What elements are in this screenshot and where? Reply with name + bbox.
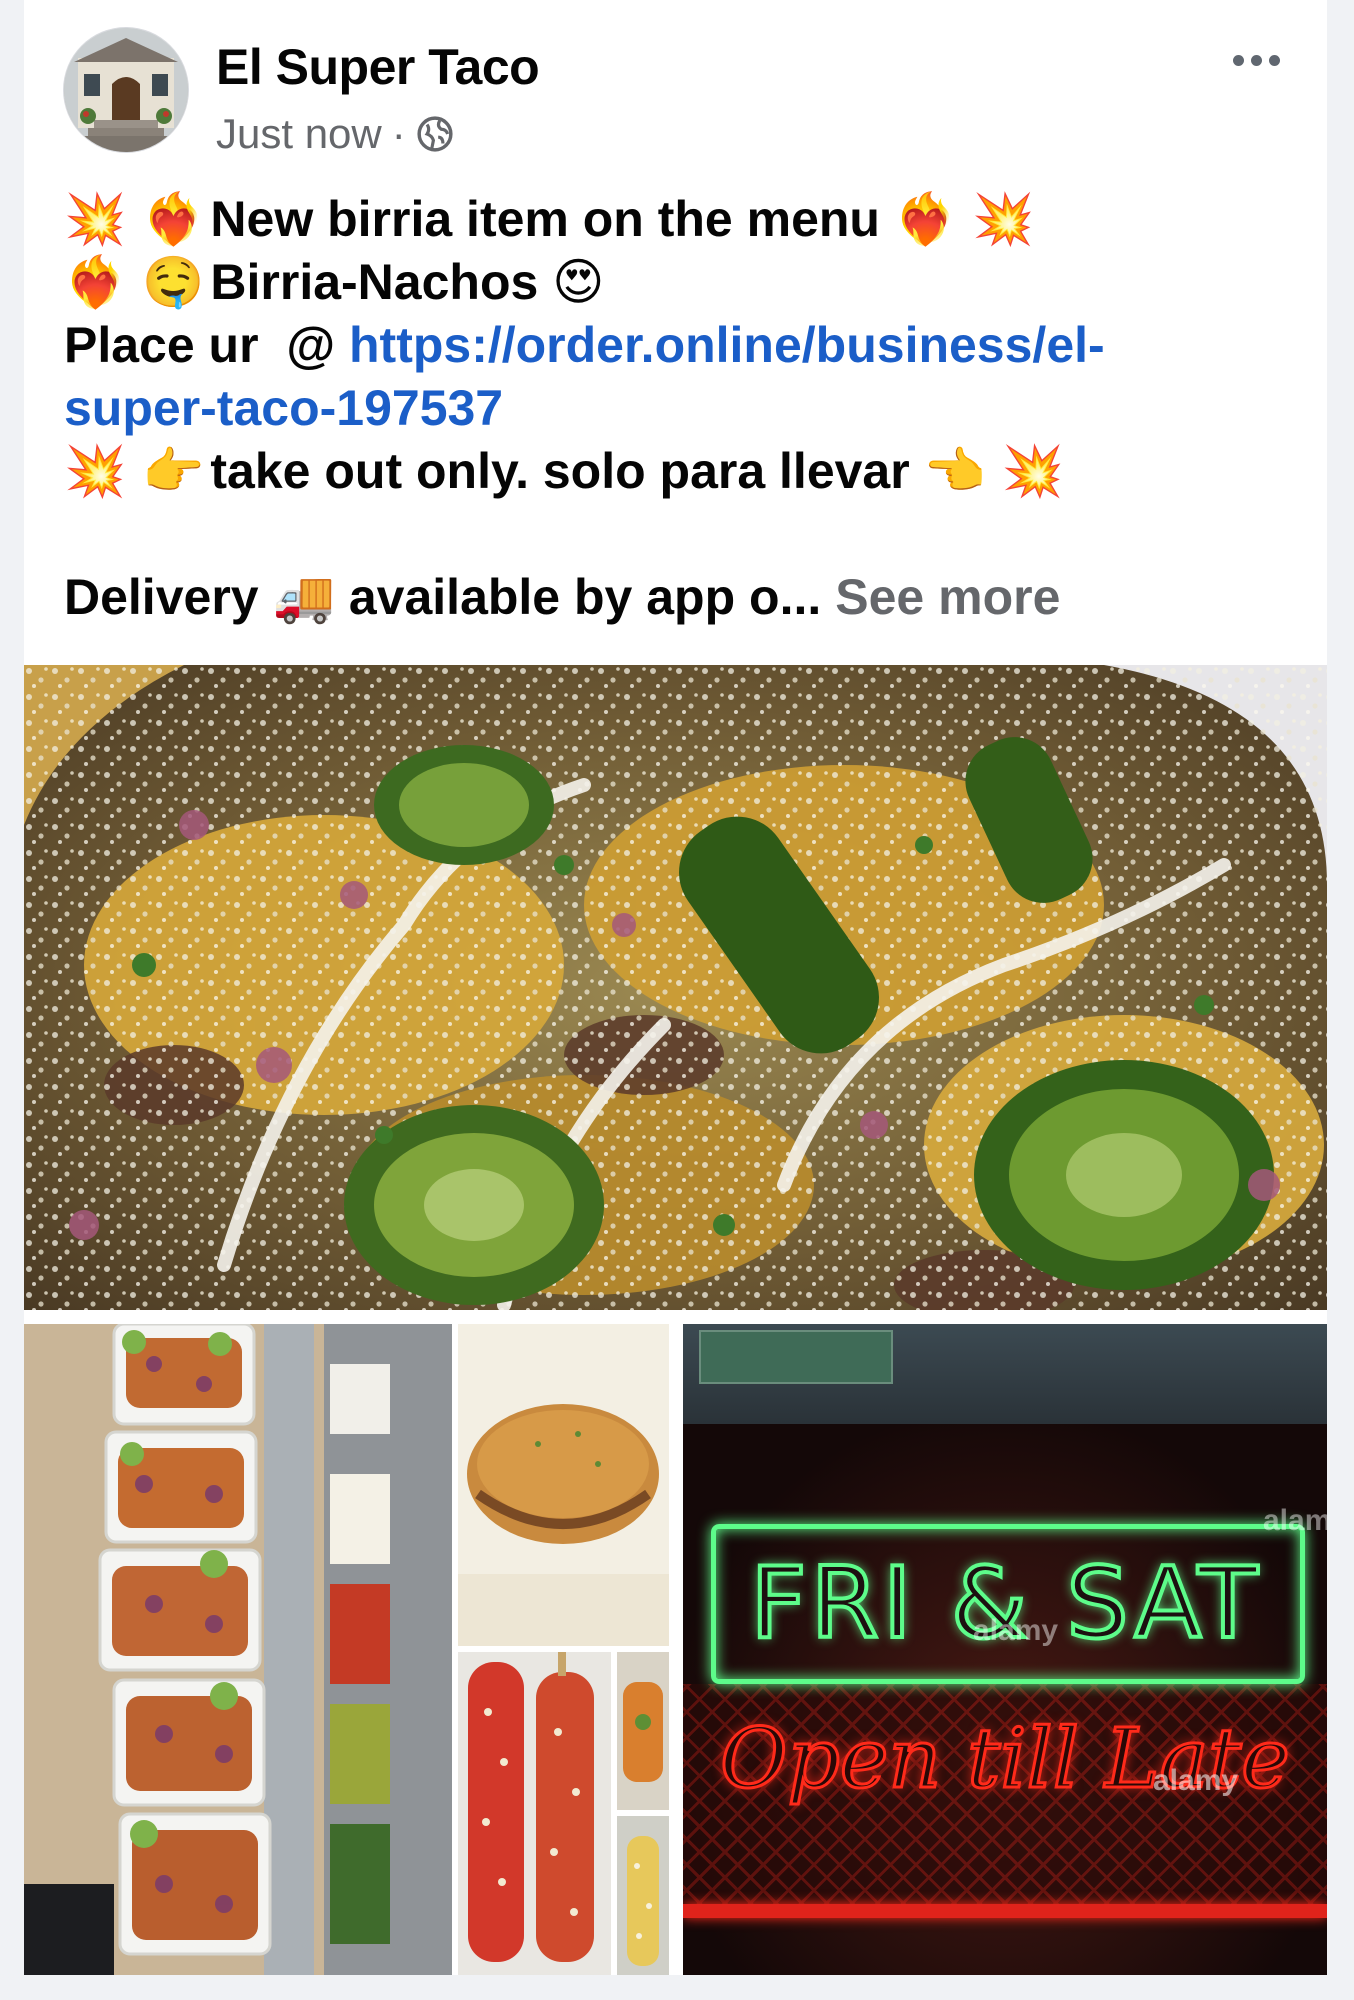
meta-separator: · <box>391 110 406 157</box>
post-text: Delivery <box>64 569 259 625</box>
post-meta: Just now · <box>216 110 454 158</box>
post-body: 💥 ❤️‍🔥 New birria item on the menu ❤️‍🔥 … <box>64 188 1294 629</box>
emoji-pointing-sparkle: 👈 💥 <box>923 442 1065 500</box>
delivery-truck-emoji: 🚚 <box>272 568 335 626</box>
post-timestamp[interactable]: Just now <box>216 110 382 158</box>
more-dot-icon <box>1250 54 1262 66</box>
tacos-containers-photo[interactable] <box>24 1324 452 1975</box>
order-link[interactable]: https://order.online/business/el- <box>349 314 1105 377</box>
elote-illustration <box>458 1652 611 1975</box>
elote-plate-photo[interactable] <box>617 1652 669 1810</box>
neon-sign-photo[interactable]: FRI & SAT Open till Late alamy alamy ala… <box>683 1324 1327 1975</box>
globe-icon[interactable] <box>416 115 454 153</box>
more-options-button[interactable] <box>1221 40 1291 80</box>
birria-nachos-photo[interactable] <box>24 665 1327 1310</box>
watermark: alamy <box>973 1614 1059 1647</box>
emoji-fire-heart-sparkle: ❤️‍🔥 💥 <box>893 190 1035 248</box>
post-line-1: 💥 ❤️‍🔥 New birria item on the menu ❤️‍🔥 … <box>64 188 1294 251</box>
post-card: El Super Taco Just now · 💥 ❤️‍🔥 New birr… <box>24 0 1327 1975</box>
elote-corn-illustration <box>617 1816 669 1975</box>
post-line-3: Place ur @ https://order.online/business… <box>64 314 1294 377</box>
birria-taco-illustration <box>458 1324 669 1646</box>
watermark: alamy <box>1153 1764 1239 1797</box>
post-text: available by app o... <box>348 569 822 625</box>
more-dot-icon <box>1232 54 1244 66</box>
elote-plate-photo[interactable] <box>617 1816 669 1975</box>
post-line-7: Delivery 🚚 available by app o... See mor… <box>64 566 1294 629</box>
more-dot-icon <box>1268 54 1280 66</box>
see-more-link[interactable]: See more <box>835 566 1060 629</box>
exit-box <box>699 1330 893 1384</box>
post-line-blank <box>64 503 1294 566</box>
page-name[interactable]: El Super Taco <box>216 38 540 96</box>
house-avatar-image <box>64 28 188 152</box>
emoji-sparkle-fire-heart: 💥 ❤️‍🔥 <box>64 190 205 248</box>
elote-plate-illustration <box>617 1652 669 1810</box>
neon-line-1: FRI & SAT <box>748 1545 1262 1663</box>
post-text: Birria-Nachos <box>210 254 539 310</box>
emoji-heart-eyes: 😍 <box>552 253 605 311</box>
tacos-illustration <box>24 1324 452 1975</box>
elote-photo[interactable] <box>458 1652 611 1975</box>
page-avatar[interactable] <box>64 28 188 152</box>
emoji-sparkle-pointing: 💥 👉 <box>64 442 205 500</box>
post-text: Place ur @ <box>64 317 349 373</box>
post-text: take out only. solo para llevar <box>210 443 910 499</box>
emoji-heart-drool: ❤️‍🔥 🤤 <box>64 253 205 311</box>
post-header: El Super Taco Just now · <box>24 0 1327 170</box>
post-text: New birria item on the menu <box>210 191 880 247</box>
order-link-continued[interactable]: super-taco-197537 <box>64 377 503 440</box>
neon-underline <box>683 1904 1327 1918</box>
nachos-illustration <box>24 665 1327 1310</box>
post-line-5: 💥 👉 take out only. solo para llevar 👈 💥 <box>64 440 1294 503</box>
post-line-4: super-taco-197537 <box>64 377 1294 440</box>
watermark: alamy <box>1263 1504 1327 1537</box>
post-line-2: ❤️‍🔥 🤤 Birria-Nachos 😍 <box>64 251 1294 314</box>
birria-taco-photo[interactable] <box>458 1324 669 1646</box>
